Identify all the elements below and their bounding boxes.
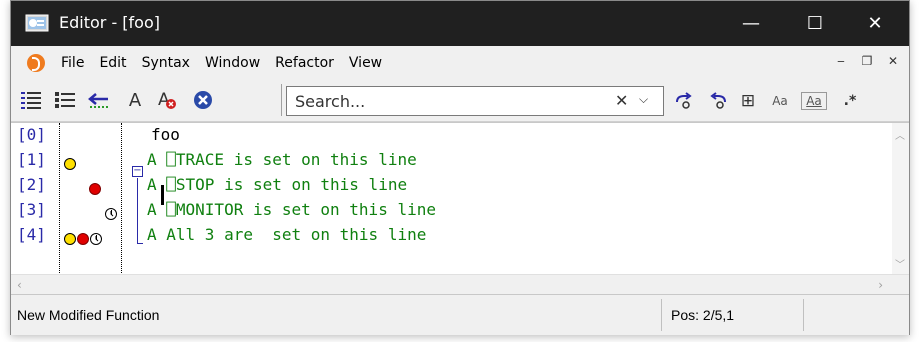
scroll-right-icon[interactable]: › bbox=[878, 278, 883, 292]
line-number-2: [2] bbox=[17, 175, 46, 194]
scroll-down-icon[interactable]: ﹀ bbox=[895, 256, 905, 271]
search-input[interactable] bbox=[295, 91, 585, 111]
line-number-0: [0] bbox=[17, 125, 46, 144]
regex-icon[interactable]: .* bbox=[837, 89, 863, 113]
maximize-button[interactable]: ☐ bbox=[787, 1, 843, 46]
mdi-minimize-button[interactable]: ‒ bbox=[831, 54, 851, 72]
a-remove-icon[interactable]: A bbox=[153, 86, 181, 114]
line-number-3: [3] bbox=[17, 200, 46, 219]
code-editor[interactable]: [0] [1] [2] [3] [4] − foo A ⎕TRACE is se… bbox=[11, 122, 909, 275]
code-line-1: A ⎕TRACE is set on this line bbox=[147, 150, 417, 169]
menu-window[interactable]: Window bbox=[205, 55, 260, 71]
find-next-icon[interactable] bbox=[671, 89, 697, 113]
scroll-left-icon[interactable]: ‹ bbox=[17, 278, 22, 292]
trace-marker[interactable] bbox=[64, 233, 76, 245]
toolbar-separator bbox=[281, 84, 282, 116]
code-line-3: A ⎕MONITOR is set on this line bbox=[147, 200, 436, 219]
status-divider bbox=[661, 299, 662, 331]
code-line-0: foo bbox=[151, 125, 180, 144]
menu-edit[interactable]: Edit bbox=[99, 55, 126, 71]
text-cursor bbox=[161, 185, 164, 205]
back-arrow-icon[interactable] bbox=[85, 86, 113, 114]
minimize-button[interactable]: — bbox=[723, 1, 779, 46]
scroll-up-icon[interactable]: ︿ bbox=[895, 127, 905, 142]
fold-line bbox=[137, 178, 138, 243]
title-bar[interactable]: Editor - [foo] — ☐ ✕ bbox=[11, 1, 909, 46]
mdi-close-button[interactable]: ✕ bbox=[883, 54, 903, 72]
cursor-position: Pos: 2/5,1 bbox=[671, 307, 735, 323]
menu-file[interactable]: File bbox=[61, 55, 84, 71]
monitor-marker[interactable] bbox=[90, 233, 102, 245]
menu-refactor[interactable]: Refactor bbox=[275, 55, 334, 71]
gutter-separator bbox=[59, 123, 60, 273]
code-line-2: A ⎕STOP is set on this line bbox=[147, 175, 408, 194]
toolbar: A A ✕ ⌵ ⊞ Aa Aa .* bbox=[11, 80, 909, 122]
editor-window: Editor - [foo] — ☐ ✕ File Edit Syntax Wi… bbox=[10, 0, 910, 335]
a-glyph-icon[interactable]: A bbox=[121, 86, 149, 114]
menu-view[interactable]: View bbox=[349, 55, 382, 71]
trace-marker[interactable] bbox=[64, 158, 76, 170]
window-title: Editor - [foo] bbox=[59, 13, 160, 32]
search-clear-icon[interactable]: ✕ bbox=[615, 91, 628, 110]
fold-end bbox=[137, 243, 143, 244]
marker-separator bbox=[121, 123, 122, 273]
mdi-restore-button[interactable]: ❐ bbox=[857, 54, 877, 72]
vertical-scrollbar[interactable]: ︿ ﹀ bbox=[892, 123, 909, 275]
search-box[interactable]: ✕ ⌵ bbox=[286, 86, 664, 116]
code-line-4: A All 3 are set on this line bbox=[147, 225, 427, 244]
line-number-4: [4] bbox=[17, 225, 46, 244]
status-bar: New Modified Function Pos: 2/5,1 bbox=[11, 294, 909, 335]
app-icon bbox=[25, 14, 49, 32]
whole-word-icon[interactable]: Aa bbox=[801, 92, 827, 110]
expand-icon[interactable]: ⊞ bbox=[737, 89, 759, 113]
app-logo-icon[interactable] bbox=[27, 54, 45, 72]
stop-marker[interactable] bbox=[89, 183, 101, 195]
status-message: New Modified Function bbox=[17, 307, 160, 323]
fold-toggle[interactable]: − bbox=[132, 166, 143, 177]
menu-bar: File Edit Syntax Window Refactor View ‒ … bbox=[11, 46, 909, 80]
search-dropdown-icon[interactable]: ⌵ bbox=[639, 92, 648, 107]
match-case-icon[interactable]: Aa bbox=[767, 89, 793, 113]
list-icon[interactable] bbox=[17, 86, 45, 114]
status-divider bbox=[803, 299, 804, 331]
horizontal-scrollbar[interactable]: ‹ › bbox=[11, 274, 909, 294]
find-prev-icon[interactable] bbox=[705, 89, 731, 113]
line-number-1: [1] bbox=[17, 150, 46, 169]
monitor-marker[interactable] bbox=[105, 208, 117, 220]
close-button[interactable]: ✕ bbox=[847, 1, 903, 46]
stop-marker[interactable] bbox=[77, 233, 89, 245]
menu-syntax[interactable]: Syntax bbox=[142, 55, 190, 71]
list-bullet-icon[interactable] bbox=[51, 86, 79, 114]
clear-circle-icon[interactable] bbox=[189, 86, 217, 114]
